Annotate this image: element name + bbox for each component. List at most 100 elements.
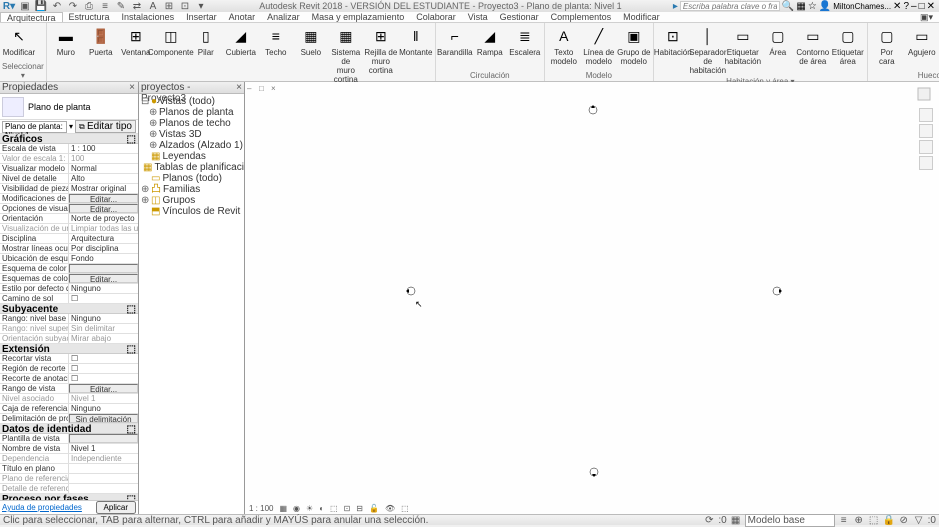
property-value[interactable]: [69, 464, 138, 473]
undo-icon[interactable]: ↶: [50, 1, 64, 11]
tab-arquitectura[interactable]: Arquitectura: [0, 12, 63, 22]
help-icon[interactable]: ?: [903, 1, 909, 12]
property-value[interactable]: Nivel 1: [69, 444, 138, 453]
property-value[interactable]: Independiente: [69, 454, 138, 463]
tab-gestionar[interactable]: Gestionar: [494, 12, 545, 22]
property-value[interactable]: Editar...: [69, 274, 138, 283]
app-menu-icon[interactable]: R▾: [2, 1, 16, 11]
tree-node[interactable]: ⊕Vistas 3D: [141, 129, 242, 140]
property-row[interactable]: Opciones de visualiza...Editar...: [0, 204, 138, 214]
property-value[interactable]: Normal: [69, 164, 138, 173]
property-row[interactable]: Visualizar modeloNormal: [0, 164, 138, 174]
tree-node[interactable]: ⊕Planos de planta: [141, 107, 242, 118]
tree-node[interactable]: ▦Tablas de planificación/Cantida: [141, 162, 242, 173]
expand-icon[interactable]: ⊕: [149, 107, 157, 118]
property-row[interactable]: Detalle de referencia: [0, 484, 138, 494]
ribbon-button[interactable]: ≣Escalera: [508, 24, 542, 58]
section-header[interactable]: Datos de identidad⬚: [0, 424, 138, 434]
close-icon[interactable]: ✕: [927, 1, 935, 12]
property-row[interactable]: DisciplinaArquitectura: [0, 234, 138, 244]
property-row[interactable]: DependenciaIndependiente: [0, 454, 138, 464]
qat-icon[interactable]: ✎: [114, 1, 128, 11]
expand-icon[interactable]: ⊕: [141, 195, 149, 206]
section-header[interactable]: Gráficos⬚: [0, 134, 138, 144]
ribbon-button[interactable]: ▬Muro: [49, 24, 83, 58]
crop-icon[interactable]: ⊡: [342, 504, 353, 513]
ribbon-button[interactable]: ≡Techo: [259, 24, 293, 58]
min-icon[interactable]: –: [247, 84, 257, 94]
render-icon[interactable]: ⬚: [328, 504, 340, 513]
visual-style-icon[interactable]: ◉: [291, 504, 302, 513]
tree-node[interactable]: ⊕凸Familias: [141, 184, 242, 195]
property-row[interactable]: Orientación subyacenteMirar abajo: [0, 334, 138, 344]
temp-hide-icon[interactable]: 👁: [383, 504, 397, 513]
property-value[interactable]: [69, 484, 138, 493]
steering-wheel-icon[interactable]: [919, 108, 933, 122]
tree-node[interactable]: ⊕◫Grupos: [141, 195, 242, 206]
ribbon-button[interactable]: ‖Montante: [399, 24, 433, 58]
ribbon-button[interactable]: ◢Rampa: [473, 24, 507, 58]
property-row[interactable]: Rango: nivel baseNinguno: [0, 314, 138, 324]
property-row[interactable]: Plantilla de vista: [0, 434, 138, 444]
property-value[interactable]: Por disciplina: [69, 244, 138, 253]
property-row[interactable]: OrientaciónNorte de proyecto: [0, 214, 138, 224]
property-row[interactable]: Caja de referenciaNinguno: [0, 404, 138, 414]
ribbon-button[interactable]: ◫Componente: [154, 24, 188, 58]
property-value[interactable]: Ninguno: [69, 314, 138, 323]
tab-analizar[interactable]: Analizar: [261, 12, 306, 22]
tab-estructura[interactable]: Estructura: [63, 12, 116, 22]
tab-vista[interactable]: Vista: [462, 12, 494, 22]
property-value[interactable]: ☐: [69, 374, 138, 383]
detail-icon[interactable]: ▦: [277, 504, 289, 513]
reveal-icon[interactable]: ⬚: [399, 504, 411, 513]
section-header[interactable]: Subyacente⬚: [0, 304, 138, 314]
property-row[interactable]: Nivel de detalleAlto: [0, 174, 138, 184]
scale-button[interactable]: 1 : 100: [247, 504, 275, 513]
tab-instalaciones[interactable]: Instalaciones: [116, 12, 181, 22]
unlock-icon[interactable]: 🔓: [367, 504, 381, 513]
ribbon-toggle-icon[interactable]: ▣▾: [914, 12, 939, 22]
property-value[interactable]: Mostrar original: [69, 184, 138, 193]
search-icon[interactable]: 🔍: [782, 1, 794, 12]
tab-anotar[interactable]: Anotar: [223, 12, 262, 22]
ribbon-button[interactable]: ▢Porcara: [870, 24, 904, 67]
property-value[interactable]: ☐: [69, 354, 138, 363]
property-value[interactable]: Mirar abajo: [69, 334, 138, 343]
workset-icon[interactable]: ▦: [730, 515, 742, 525]
property-row[interactable]: Escala de vista1 : 100: [0, 144, 138, 154]
elevation-marker-north[interactable]: [587, 104, 599, 116]
properties-help-link[interactable]: Ayuda de propiedades: [2, 503, 82, 512]
crop-visible-icon[interactable]: ⊟: [354, 504, 365, 513]
open-icon[interactable]: ▣: [18, 1, 32, 11]
instance-combo[interactable]: Plano de planta: Nivel 1: [2, 121, 67, 133]
close-icon[interactable]: ×: [236, 82, 242, 93]
property-row[interactable]: Nivel asociadoNivel 1: [0, 394, 138, 404]
status-icon[interactable]: ⊘: [898, 515, 910, 525]
status-icon[interactable]: ⊕: [853, 515, 865, 525]
tree-node[interactable]: ⬒Vínculos de Revit: [141, 206, 242, 217]
property-row[interactable]: Plano de referencia: [0, 474, 138, 484]
property-value[interactable]: Arquitectura: [69, 234, 138, 243]
signin-icon[interactable]: 👤: [819, 1, 831, 12]
tab-complementos[interactable]: Complementos: [545, 12, 618, 22]
property-row[interactable]: Ubicación de esquem...Fondo: [0, 254, 138, 264]
elevation-marker-east[interactable]: [771, 285, 783, 297]
property-value[interactable]: 100: [69, 154, 138, 163]
ribbon-button[interactable]: ▭Contornode área: [796, 24, 830, 67]
print-icon[interactable]: ⎙: [82, 1, 96, 11]
comm-icon[interactable]: ▦: [796, 1, 805, 12]
property-value[interactable]: Ninguno: [69, 284, 138, 293]
drawing-canvas[interactable]: – □ × ↖ 1 : 100 ▦ ◉ ☀ ◐ ⬚ ⊡ ⊟ 🔓 👁 ⬚: [245, 82, 939, 514]
property-value[interactable]: Editar...: [69, 194, 138, 203]
qat-icon[interactable]: ⊞: [162, 1, 176, 11]
property-row[interactable]: Mostrar líneas ocultasPor disciplina: [0, 244, 138, 254]
property-row[interactable]: Rango: nivel superiorSin delimitar: [0, 324, 138, 334]
info-arrow-icon[interactable]: ▸: [673, 1, 678, 12]
tree-node[interactable]: ⊕Alzados (Alzado 1): [141, 140, 242, 151]
ribbon-button[interactable]: ⊞Rejilla demuro cortina: [364, 24, 398, 76]
property-value[interactable]: ☐: [69, 364, 138, 373]
expand-icon[interactable]: ⊕: [141, 184, 149, 195]
property-value[interactable]: Sin delimitar: [69, 324, 138, 333]
status-icon[interactable]: ≡: [838, 515, 850, 525]
ribbon-button[interactable]: ATextomodelo: [547, 24, 581, 67]
